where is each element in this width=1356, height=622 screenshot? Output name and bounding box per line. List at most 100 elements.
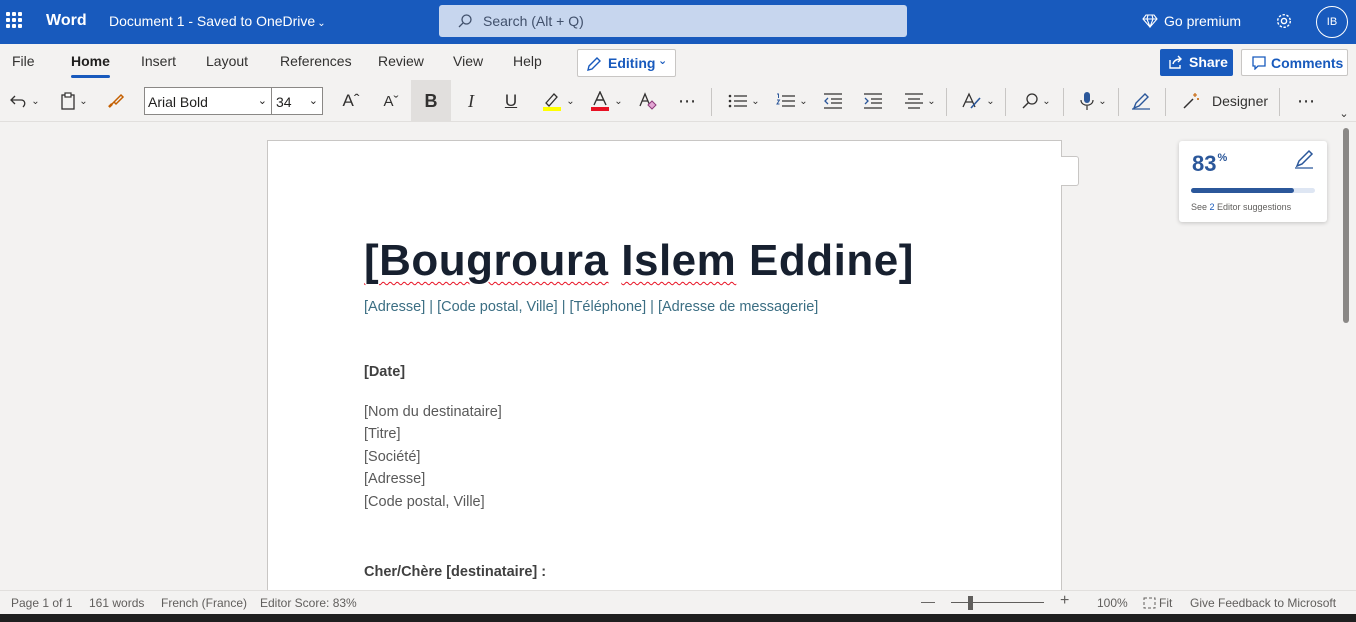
bullets-button[interactable]: ⌄ <box>724 88 764 114</box>
document-heading[interactable]: [Bougroura Islem Eddine] <box>364 236 914 286</box>
increase-indent-button[interactable] <box>860 88 886 114</box>
document-canvas[interactable]: [Bougroura Islem Eddine] [Adresse] | [Co… <box>0 123 1340 590</box>
date-field[interactable]: [Date] <box>364 364 405 380</box>
zoom-slider[interactable] <box>951 602 1044 603</box>
greeting-line[interactable]: Cher/Chère [destinataire] : <box>364 564 546 580</box>
editing-mode-dropdown[interactable]: Editing ⌄ <box>577 49 676 77</box>
recipient-line: [Titre] <box>364 426 401 443</box>
underline-button[interactable]: U <box>498 88 524 114</box>
italic-button[interactable]: I <box>458 88 484 114</box>
tab-layout[interactable]: Layout <box>206 53 248 69</box>
zoom-in-icon[interactable]: + <box>1060 592 1069 610</box>
gear-icon[interactable] <box>1275 12 1293 30</box>
shrink-font-button[interactable]: Aˇ <box>378 88 404 114</box>
chevron-down-icon: ⌄ <box>31 95 40 107</box>
tab-review[interactable]: Review <box>378 53 424 69</box>
ribbon-divider <box>711 88 712 116</box>
tab-view[interactable]: View <box>453 53 483 69</box>
bold-icon: B <box>424 90 438 111</box>
pencil-icon <box>587 57 601 71</box>
indent-icon <box>864 93 882 109</box>
editor-suggestions-link[interactable]: See 2 Editor suggestions <box>1191 202 1291 212</box>
clipboard-icon <box>61 92 75 110</box>
paste-button[interactable]: ⌄ <box>55 88 93 114</box>
editor-score-status[interactable]: Editor Score: 83% <box>260 596 357 610</box>
taskbar-strip <box>0 614 1356 622</box>
editor-score: 83% <box>1192 151 1227 177</box>
search-icon <box>1022 93 1038 109</box>
format-painter-button[interactable] <box>104 88 128 114</box>
scrollbar-thumb[interactable] <box>1343 128 1349 323</box>
recipient-line: [Nom du destinataire] <box>364 404 502 420</box>
more-options-button[interactable]: ⋯ <box>1293 88 1319 114</box>
word-count[interactable]: 161 words <box>89 596 144 610</box>
chevron-down-icon: ⌄ <box>1098 95 1107 107</box>
tab-references[interactable]: References <box>280 53 352 69</box>
app-launcher-icon[interactable] <box>6 12 22 28</box>
editing-mode-label: Editing <box>608 55 656 71</box>
ellipsis-icon: ⋯ <box>678 90 696 111</box>
designer-button[interactable]: Designer <box>1180 88 1270 114</box>
editor-score-unit: % <box>1217 152 1228 164</box>
zoom-slider-thumb[interactable] <box>968 596 973 610</box>
editor-score-bar <box>1191 188 1315 193</box>
chevron-down-icon: ⌄ <box>799 95 808 107</box>
align-button[interactable]: ⌄ <box>900 88 940 114</box>
go-premium-button[interactable]: Go premium <box>1142 13 1241 29</box>
fit-icon <box>1143 597 1156 609</box>
fit-label: Fit <box>1159 596 1173 610</box>
find-button[interactable]: ⌄ <box>1016 88 1056 114</box>
align-center-icon <box>905 93 924 109</box>
suggestions-prefix: See <box>1191 202 1210 212</box>
zoom-out-icon[interactable]: — <box>921 593 935 609</box>
editor-score-card[interactable]: 83% See 2 Editor suggestions <box>1179 141 1327 222</box>
vertical-scrollbar[interactable] <box>1340 123 1356 590</box>
page-count[interactable]: Page 1 of 1 <box>11 596 72 610</box>
editor-button[interactable] <box>1128 88 1154 114</box>
contact-line[interactable]: [Adresse] | [Code postal, Ville] | [Télé… <box>364 299 818 315</box>
share-button[interactable]: Share <box>1160 49 1233 76</box>
grow-font-button[interactable]: Aˆ <box>338 88 364 114</box>
tab-insert[interactable]: Insert <box>141 53 176 69</box>
avatar[interactable]: IB <box>1316 6 1348 38</box>
designer-label: Designer <box>1211 93 1269 109</box>
recipient-block[interactable]: [Nom du destinataire] [Titre] [Société] … <box>364 401 502 513</box>
comments-button[interactable]: Comments <box>1241 49 1348 76</box>
search-placeholder: Search (Alt + Q) <box>483 13 584 29</box>
undo-icon <box>10 95 26 108</box>
document-title[interactable]: Document 1 - Saved to OneDrive ⌄ <box>109 13 326 29</box>
tab-file[interactable]: File <box>12 53 35 69</box>
font-color-button[interactable]: ⌄ <box>586 88 626 114</box>
search-icon <box>458 14 472 28</box>
more-font-options-button[interactable]: ⋯ <box>674 88 700 114</box>
document-page[interactable]: [Bougroura Islem Eddine] [Adresse] | [Co… <box>267 140 1062 590</box>
highlighter-icon <box>543 93 562 111</box>
zoom-level[interactable]: 100% <box>1097 596 1128 610</box>
feedback-link[interactable]: Give Feedback to Microsoft <box>1190 596 1336 610</box>
comments-label: Comments <box>1271 55 1344 71</box>
font-size-select[interactable]: 34 ⌄ <box>271 87 323 115</box>
language-indicator[interactable]: French (France) <box>161 596 247 610</box>
suggestions-suffix: Editor suggestions <box>1214 202 1292 212</box>
numbering-button[interactable]: ⌄ <box>772 88 812 114</box>
dictate-button[interactable]: ⌄ <box>1074 88 1112 114</box>
tab-home[interactable]: Home <box>71 53 110 78</box>
tab-help[interactable]: Help <box>513 53 542 69</box>
bold-button[interactable]: B <box>418 88 444 114</box>
font-name-select[interactable]: Arial Bold ⌄ <box>144 87 272 115</box>
chevron-down-icon: ⌄ <box>751 95 760 107</box>
search-box[interactable]: Search (Alt + Q) <box>439 5 907 37</box>
chevron-down-icon: ⌄ <box>566 95 575 107</box>
chevron-down-icon: ⌄ <box>658 55 668 67</box>
undo-button[interactable]: ⌄ <box>6 88 44 114</box>
decrease-indent-button[interactable] <box>820 88 846 114</box>
grow-font-icon: Aˆ <box>342 91 360 110</box>
app-name[interactable]: Word <box>46 12 87 30</box>
editor-score-fill <box>1191 188 1294 193</box>
fit-button[interactable]: Fit <box>1143 596 1172 610</box>
eraser-icon <box>639 92 657 110</box>
styles-button[interactable]: ⌄ <box>958 88 998 114</box>
highlight-button[interactable]: ⌄ <box>538 88 578 114</box>
chevron-down-icon: ⌄ <box>257 95 267 107</box>
clear-formatting-button[interactable] <box>634 88 660 114</box>
